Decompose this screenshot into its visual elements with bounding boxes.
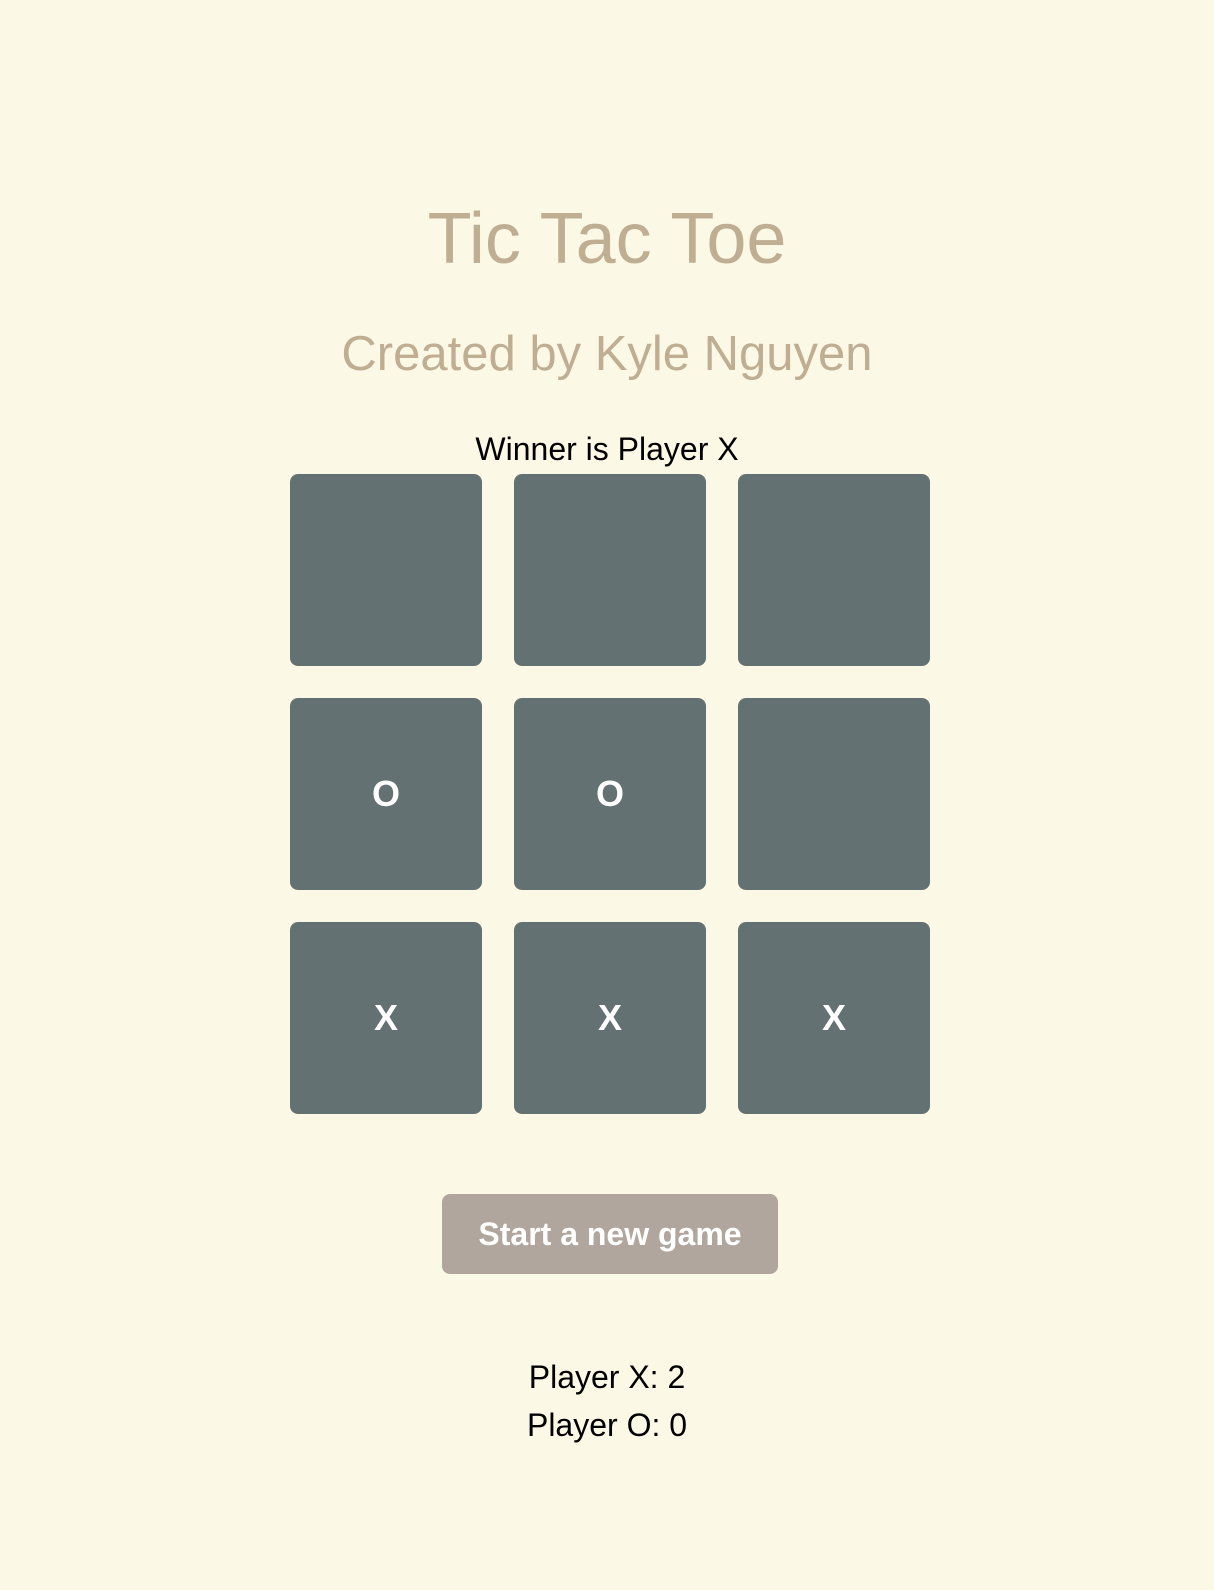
board-cell[interactable] (290, 474, 482, 666)
board-cell[interactable] (514, 474, 706, 666)
board-cell[interactable] (738, 474, 930, 666)
game-board: O O X X X (290, 474, 930, 1114)
score-player-o: Player O: 0 (526, 1407, 688, 1443)
score-player-x: Player X: 2 (528, 1359, 686, 1395)
board-cell[interactable]: O (290, 698, 482, 890)
board-cell[interactable]: O (514, 698, 706, 890)
board-cell[interactable]: X (738, 922, 930, 1114)
game-status: Winner is Player X (475, 431, 739, 467)
board-cell[interactable]: X (290, 922, 482, 1114)
page-subtitle: Created by Kyle Nguyen (341, 327, 873, 381)
page-title: Tic Tac Toe (427, 199, 787, 279)
board-cell[interactable] (738, 698, 930, 890)
new-game-button[interactable]: Start a new game (442, 1194, 778, 1274)
board-cell[interactable]: X (514, 922, 706, 1114)
